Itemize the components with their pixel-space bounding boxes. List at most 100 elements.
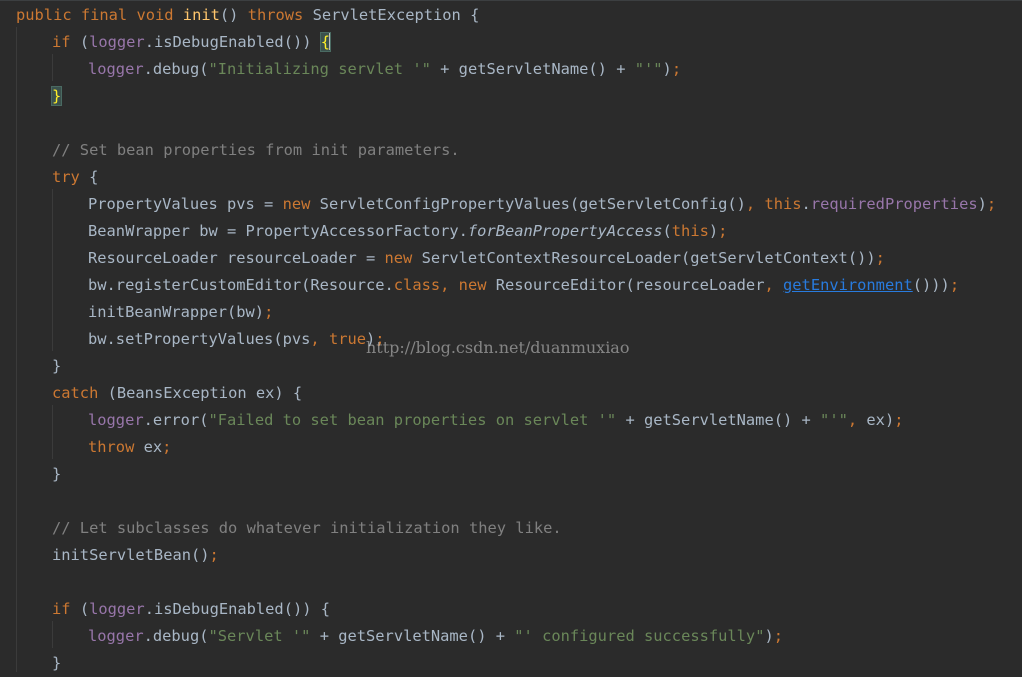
code-line[interactable]: // Let subclasses do whatever initializa…	[52, 515, 562, 542]
code-token: PropertyValues pvs =	[88, 195, 283, 213]
code-token: + getServletName() +	[616, 411, 821, 429]
code-line[interactable]: ResourceLoader resourceLoader = new Serv…	[88, 245, 885, 272]
code-token: ;	[264, 303, 274, 321]
watermark-text: http://blog.csdn.net/duanmuxiao	[366, 338, 630, 357]
code-token: if	[52, 33, 80, 51]
code-line[interactable]: // Set bean properties from init paramet…	[52, 137, 460, 164]
code-token: requiredProperties	[810, 195, 978, 213]
code-token: (BeansException ex) {	[107, 384, 303, 402]
indent-guide-level-2	[52, 54, 53, 81]
code-line[interactable]: }	[52, 461, 61, 488]
code-line[interactable]: }	[50, 83, 63, 110]
code-token: ,	[310, 330, 329, 348]
indent-guide-level-2	[52, 405, 53, 459]
code-editor[interactable]: public final void init() throws ServletE…	[0, 0, 1022, 672]
code-token: "Initializing servlet '"	[208, 60, 431, 78]
code-line[interactable]: initBeanWrapper(bw);	[88, 299, 273, 326]
code-line[interactable]: if (logger.isDebugEnabled()) {	[52, 29, 332, 56]
code-token: bw.setPropertyValues(pvs	[88, 330, 311, 348]
code-token: .debug(	[143, 60, 209, 78]
code-token: ,	[764, 276, 784, 294]
code-token: new	[282, 195, 320, 213]
code-token: ;	[671, 60, 682, 78]
code-token: throws	[247, 6, 313, 24]
code-line[interactable]: bw.setPropertyValues(pvs, true);	[88, 326, 385, 353]
code-token: ResourceEditor(resourceLoader	[495, 276, 765, 294]
code-token: logger	[88, 411, 144, 429]
code-token: "'"	[820, 411, 848, 429]
code-token: logger	[88, 60, 144, 78]
code-line[interactable]: throw ex;	[88, 434, 171, 461]
code-token: "' configured successfully"	[514, 627, 765, 645]
code-token: ex	[143, 438, 163, 456]
code-line[interactable]: logger.debug("Initializing servlet '" + …	[88, 56, 681, 83]
code-token: if	[52, 600, 80, 618]
code-token: ServletException {	[312, 6, 480, 24]
indent-guide-level-2	[52, 621, 53, 648]
code-line[interactable]: }	[52, 353, 61, 380]
code-token: "Servlet '"	[208, 627, 311, 645]
code-token: ex)	[866, 411, 895, 429]
code-token: new	[458, 276, 496, 294]
code-token: new	[384, 249, 422, 267]
code-token: // Set bean properties from init paramet…	[52, 141, 460, 159]
code-token: // Let subclasses do whatever initializa…	[52, 519, 562, 537]
code-line[interactable]: BeanWrapper bw = PropertyAccessorFactory…	[88, 218, 727, 245]
code-line[interactable]: public final void init() throws ServletE…	[16, 2, 479, 29]
code-token: )	[662, 60, 672, 78]
code-token: logger	[88, 627, 144, 645]
code-token: "Failed to set bean properties on servle…	[208, 411, 617, 429]
code-line[interactable]: try {	[52, 164, 98, 191]
code-token: )	[764, 627, 774, 645]
code-token[interactable]: getEnvironment	[783, 276, 913, 294]
code-token: forBeanPropertyAccess	[467, 222, 663, 240]
code-token: }	[52, 357, 62, 375]
code-line[interactable]: logger.debug("Servlet '" + getServletNam…	[88, 623, 783, 650]
code-token: public final void	[16, 6, 183, 24]
code-token: try	[52, 168, 90, 186]
code-line[interactable]: catch (BeansException ex) {	[52, 380, 302, 407]
indent-guide-level-1	[16, 27, 17, 672]
code-token: this	[671, 222, 709, 240]
code-token: class	[393, 276, 441, 294]
code-token: ;	[949, 276, 960, 294]
code-token: .error(	[143, 411, 209, 429]
code-token: ;	[773, 627, 784, 645]
indent-guide-level-2	[52, 189, 53, 351]
editor-top-border	[0, 0, 1022, 1]
code-token: initServletBean()	[52, 546, 210, 564]
code-token: + getServletName() +	[430, 60, 635, 78]
code-token: .isDebugEnabled()) {	[144, 600, 331, 618]
code-line[interactable]: initServletBean();	[52, 542, 219, 569]
code-line[interactable]: PropertyValues pvs = new ServletConfigPr…	[88, 191, 996, 218]
code-line[interactable]: }	[52, 650, 61, 677]
code-token: this	[764, 195, 802, 213]
code-token: ()))	[912, 276, 950, 294]
code-token: init	[182, 6, 220, 24]
code-token: ;	[875, 249, 885, 267]
code-token: }	[52, 654, 62, 672]
code-token: ServletContextResourceLoader(getServletC…	[421, 249, 876, 267]
code-token: logger	[89, 600, 145, 618]
code-token: ,	[745, 195, 765, 213]
code-token: (	[79, 600, 90, 618]
code-token: ServletConfigPropertyValues(getServletCo…	[319, 195, 746, 213]
code-token: }	[52, 465, 62, 483]
code-token: "'"	[634, 60, 663, 78]
code-token: .	[801, 195, 811, 213]
code-token: catch	[52, 384, 108, 402]
code-token: ;	[209, 546, 219, 564]
code-line[interactable]: if (logger.isDebugEnabled()) {	[52, 596, 330, 623]
code-token: )	[708, 222, 719, 240]
code-token: )	[977, 195, 987, 213]
code-token: ;	[894, 411, 904, 429]
code-token: (	[79, 33, 90, 51]
code-token: (	[662, 222, 672, 240]
code-line[interactable]: logger.error("Failed to set bean propert…	[88, 407, 904, 434]
code-token: BeanWrapper bw = PropertyAccessorFactory…	[88, 222, 468, 240]
text-caret	[329, 32, 332, 50]
code-line[interactable]: bw.registerCustomEditor(Resource.class, …	[88, 272, 959, 299]
code-token: ;	[718, 222, 728, 240]
code-token: ()	[219, 6, 248, 24]
code-token: ;	[986, 195, 997, 213]
